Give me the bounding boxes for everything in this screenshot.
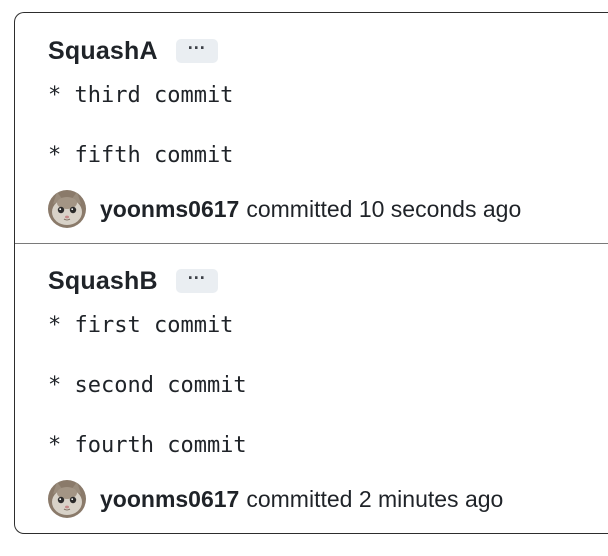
commit-title[interactable]: SquashB (48, 267, 158, 296)
commit-time: committed 2 minutes ago (246, 485, 504, 512)
commit-item: SquashA ··· * third commit * fifth commi… (15, 13, 608, 244)
author-name-link[interactable]: yoonms0617 (100, 196, 239, 223)
ellipsis-icon[interactable]: ··· (175, 269, 218, 293)
commit-time: committed 10 seconds ago (246, 195, 522, 222)
commit-message-line: * first commit (48, 313, 234, 338)
commit-message-line: * third commit (48, 83, 234, 108)
commit-item: SquashB ··· * first commit * second comm… (15, 244, 608, 533)
commit-author-row: yoonms0617 committed 10 seconds ago (48, 189, 521, 229)
commit-message-line: * fifth commit (48, 143, 234, 168)
commit-list: SquashA ··· * third commit * fifth commi… (14, 12, 608, 534)
commit-author-row: yoonms0617 committed 2 minutes ago (48, 479, 503, 519)
commit-title[interactable]: SquashA (48, 37, 158, 66)
cat-avatar-icon[interactable] (48, 480, 86, 518)
commit-message-line: * second commit (48, 373, 247, 398)
commit-title-row: SquashA ··· (48, 33, 218, 69)
cat-avatar-icon[interactable] (48, 190, 86, 228)
ellipsis-icon[interactable]: ··· (175, 39, 218, 63)
author-name-link[interactable]: yoonms0617 (100, 486, 239, 513)
commit-title-row: SquashB ··· (48, 263, 218, 299)
commit-message-line: * fourth commit (48, 433, 247, 458)
